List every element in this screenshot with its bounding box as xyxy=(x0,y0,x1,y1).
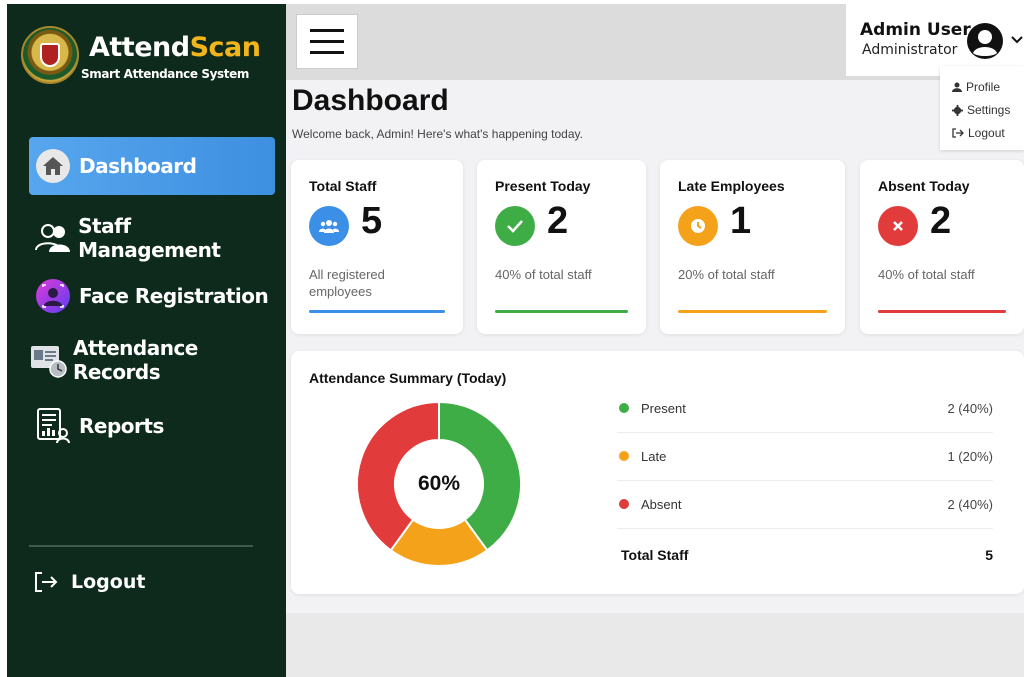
user-name: Admin User xyxy=(860,20,971,40)
sidebar-item-reports[interactable]: Reports xyxy=(29,397,275,455)
sidebar-item-label: Attendance Records xyxy=(73,336,198,384)
stat-value: 2 xyxy=(930,200,952,242)
menu-item-label: Profile xyxy=(966,80,1001,94)
page-title: Dashboard xyxy=(292,84,449,117)
brand-name-part1: Attend xyxy=(89,32,190,63)
brand[interactable]: AttendScan Smart Attendance System xyxy=(21,26,261,84)
stat-label: Late Employees xyxy=(678,178,785,194)
users-icon xyxy=(309,206,349,246)
legend-row-absent: Absent 2 (40%) xyxy=(617,481,993,529)
stat-label: Present Today xyxy=(495,178,591,194)
stat-note: 40% of total staff xyxy=(495,267,592,282)
brand-subtitle: Smart Attendance System xyxy=(81,67,249,81)
report-icon xyxy=(33,406,73,446)
legend-label: Absent xyxy=(641,497,682,512)
total-staff-row: Total Staff 5 xyxy=(621,547,993,563)
sidebar-item-label: Dashboard xyxy=(79,154,197,178)
sidebar-item-face-registration[interactable]: Face Registration xyxy=(29,267,275,325)
home-icon xyxy=(33,146,73,186)
legend-label: Present xyxy=(641,401,686,416)
hamburger-icon-line xyxy=(310,51,344,54)
brand-name: AttendScan xyxy=(89,32,261,63)
legend-value: 2 (40%) xyxy=(947,497,993,512)
stat-note: 40% of total staff xyxy=(878,267,975,282)
sidebar: AttendScan Smart Attendance System Dashb… xyxy=(7,4,286,677)
menu-item-settings[interactable]: Settings xyxy=(952,103,1010,117)
menu-item-label: Logout xyxy=(968,126,1005,140)
stat-label: Total Staff xyxy=(309,178,377,194)
user-dropdown-menu: Profile Settings Logout xyxy=(940,66,1024,150)
legend-dot xyxy=(619,403,629,413)
menu-item-logout[interactable]: Logout xyxy=(952,126,1005,140)
stat-accent-bar xyxy=(495,310,628,313)
app-window: AttendScan Smart Attendance System Dashb… xyxy=(0,0,1024,677)
main-footer-area xyxy=(286,613,1024,677)
hamburger-icon-line xyxy=(310,40,344,43)
stat-card-late-employees: Late Employees 1 20% of total staff xyxy=(660,160,845,334)
stat-card-total-staff: Total Staff 5 All registered employees xyxy=(291,160,463,334)
legend-value: 2 (40%) xyxy=(947,401,993,416)
hamburger-icon-line xyxy=(310,29,344,32)
sign-out-icon xyxy=(952,128,964,138)
menu-item-profile[interactable]: Profile xyxy=(952,80,1000,94)
id-card-clock-icon xyxy=(29,340,69,380)
logo xyxy=(21,26,79,84)
attendance-summary-card: Attendance Summary (Today) 60% Present 2… xyxy=(291,351,1024,594)
stat-value: 5 xyxy=(361,200,383,242)
stat-label: Absent Today xyxy=(878,178,970,194)
clock-icon xyxy=(678,206,718,246)
menu-toggle-button[interactable] xyxy=(296,14,358,69)
stat-note: 20% of total staff xyxy=(678,267,775,282)
stat-accent-bar xyxy=(678,310,827,313)
gear-icon xyxy=(952,104,963,116)
sidebar-item-label: Staff Management xyxy=(78,214,221,262)
sidebar-item-label: Reports xyxy=(79,414,164,438)
chevron-down-icon[interactable] xyxy=(1010,32,1024,50)
check-icon xyxy=(495,206,535,246)
logout-button[interactable]: Logout xyxy=(33,570,145,594)
legend-row-present: Present 2 (40%) xyxy=(617,385,993,433)
stat-accent-bar xyxy=(878,310,1006,313)
users-icon xyxy=(33,218,72,258)
logout-label: Logout xyxy=(71,571,146,593)
legend-dot xyxy=(619,451,629,461)
legend-value: 1 (20%) xyxy=(947,449,993,464)
brand-name-part2: Scan xyxy=(189,32,261,63)
legend-label: Late xyxy=(641,449,667,464)
sidebar-item-attendance-records[interactable]: Attendance Records xyxy=(25,331,271,389)
sidebar-item-staff-management[interactable]: Staff Management xyxy=(29,209,275,267)
sign-out-icon xyxy=(35,572,58,592)
summary-title: Attendance Summary (Today) xyxy=(309,370,507,386)
face-scan-icon xyxy=(33,276,73,316)
stat-card-present-today: Present Today 2 40% of total staff xyxy=(477,160,646,334)
donut-center-label: 60% xyxy=(417,472,461,495)
sidebar-item-dashboard[interactable]: Dashboard xyxy=(29,137,275,195)
stat-value: 2 xyxy=(547,200,569,242)
legend-row-late: Late 1 (20%) xyxy=(617,433,993,481)
avatar-icon[interactable] xyxy=(966,22,1004,65)
menu-item-label: Settings xyxy=(967,103,1011,117)
stat-note: All registered employees xyxy=(309,267,385,299)
user-icon xyxy=(952,82,962,92)
sidebar-divider xyxy=(29,545,253,547)
x-icon xyxy=(878,206,918,246)
sidebar-item-label: Face Registration xyxy=(79,284,269,308)
legend-dot xyxy=(619,499,629,509)
stat-card-absent-today: Absent Today 2 40% of total staff xyxy=(860,160,1024,334)
window-edge xyxy=(0,0,7,677)
page-subtitle: Welcome back, Admin! Here's what's happe… xyxy=(292,127,583,141)
total-value: 5 xyxy=(985,547,993,563)
total-label: Total Staff xyxy=(621,547,689,563)
user-role: Administrator xyxy=(862,42,958,58)
stat-accent-bar xyxy=(309,310,445,313)
stat-value: 1 xyxy=(730,200,752,242)
